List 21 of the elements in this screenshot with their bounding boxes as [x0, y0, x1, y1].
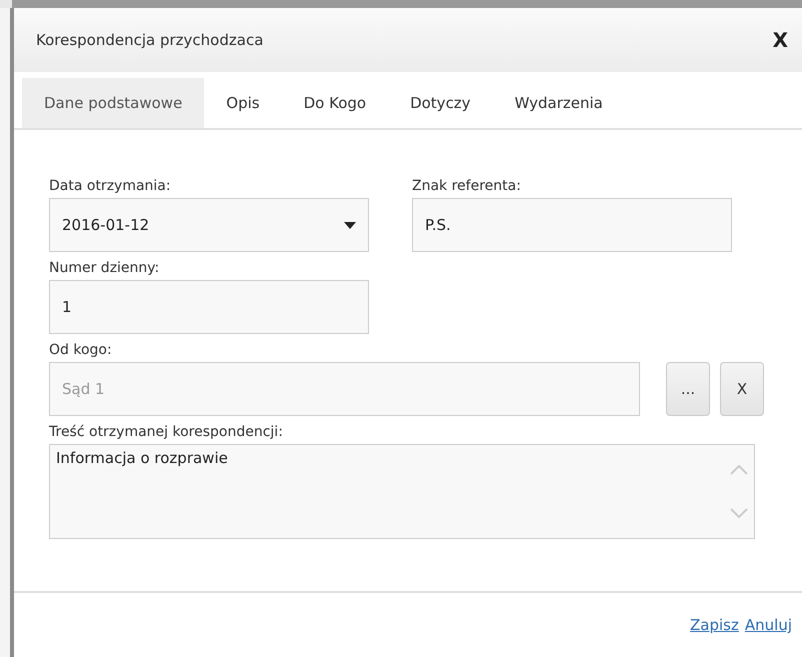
date-dropdown[interactable]: 2016-01-12: [49, 198, 369, 252]
scroll-up-icon[interactable]: [730, 465, 748, 476]
field-label: Znak referenta:: [412, 177, 522, 196]
input-field[interactable]: 1: [49, 280, 369, 334]
tab[interactable]: Dane podstawowe: [22, 78, 204, 128]
field-label: Numer dzienny:: [49, 259, 160, 278]
tab[interactable]: Do Kogo: [282, 78, 388, 128]
dialog-title: Korespondencja przychodzaca: [36, 31, 264, 49]
field-label: Treść otrzymanej korespondencji:: [49, 423, 284, 442]
field-label: Data otrzymania:: [49, 177, 172, 196]
scroll-down-icon[interactable]: [730, 508, 748, 518]
field-label: Od kogo:: [49, 341, 113, 360]
text-area[interactable]: Informacja o rozprawie: [49, 444, 755, 539]
footer-link[interactable]: Zapisz: [690, 616, 739, 634]
caret-icon: [344, 222, 356, 228]
tab[interactable]: Dotyczy: [388, 78, 493, 128]
tab[interactable]: Wydarzenia: [492, 78, 625, 128]
input-field[interactable]: P.S.: [412, 198, 732, 252]
close-button[interactable]: X: [772, 28, 788, 52]
tab[interactable]: Opis: [204, 78, 282, 128]
footer-link[interactable]: Anuluj: [744, 616, 792, 634]
